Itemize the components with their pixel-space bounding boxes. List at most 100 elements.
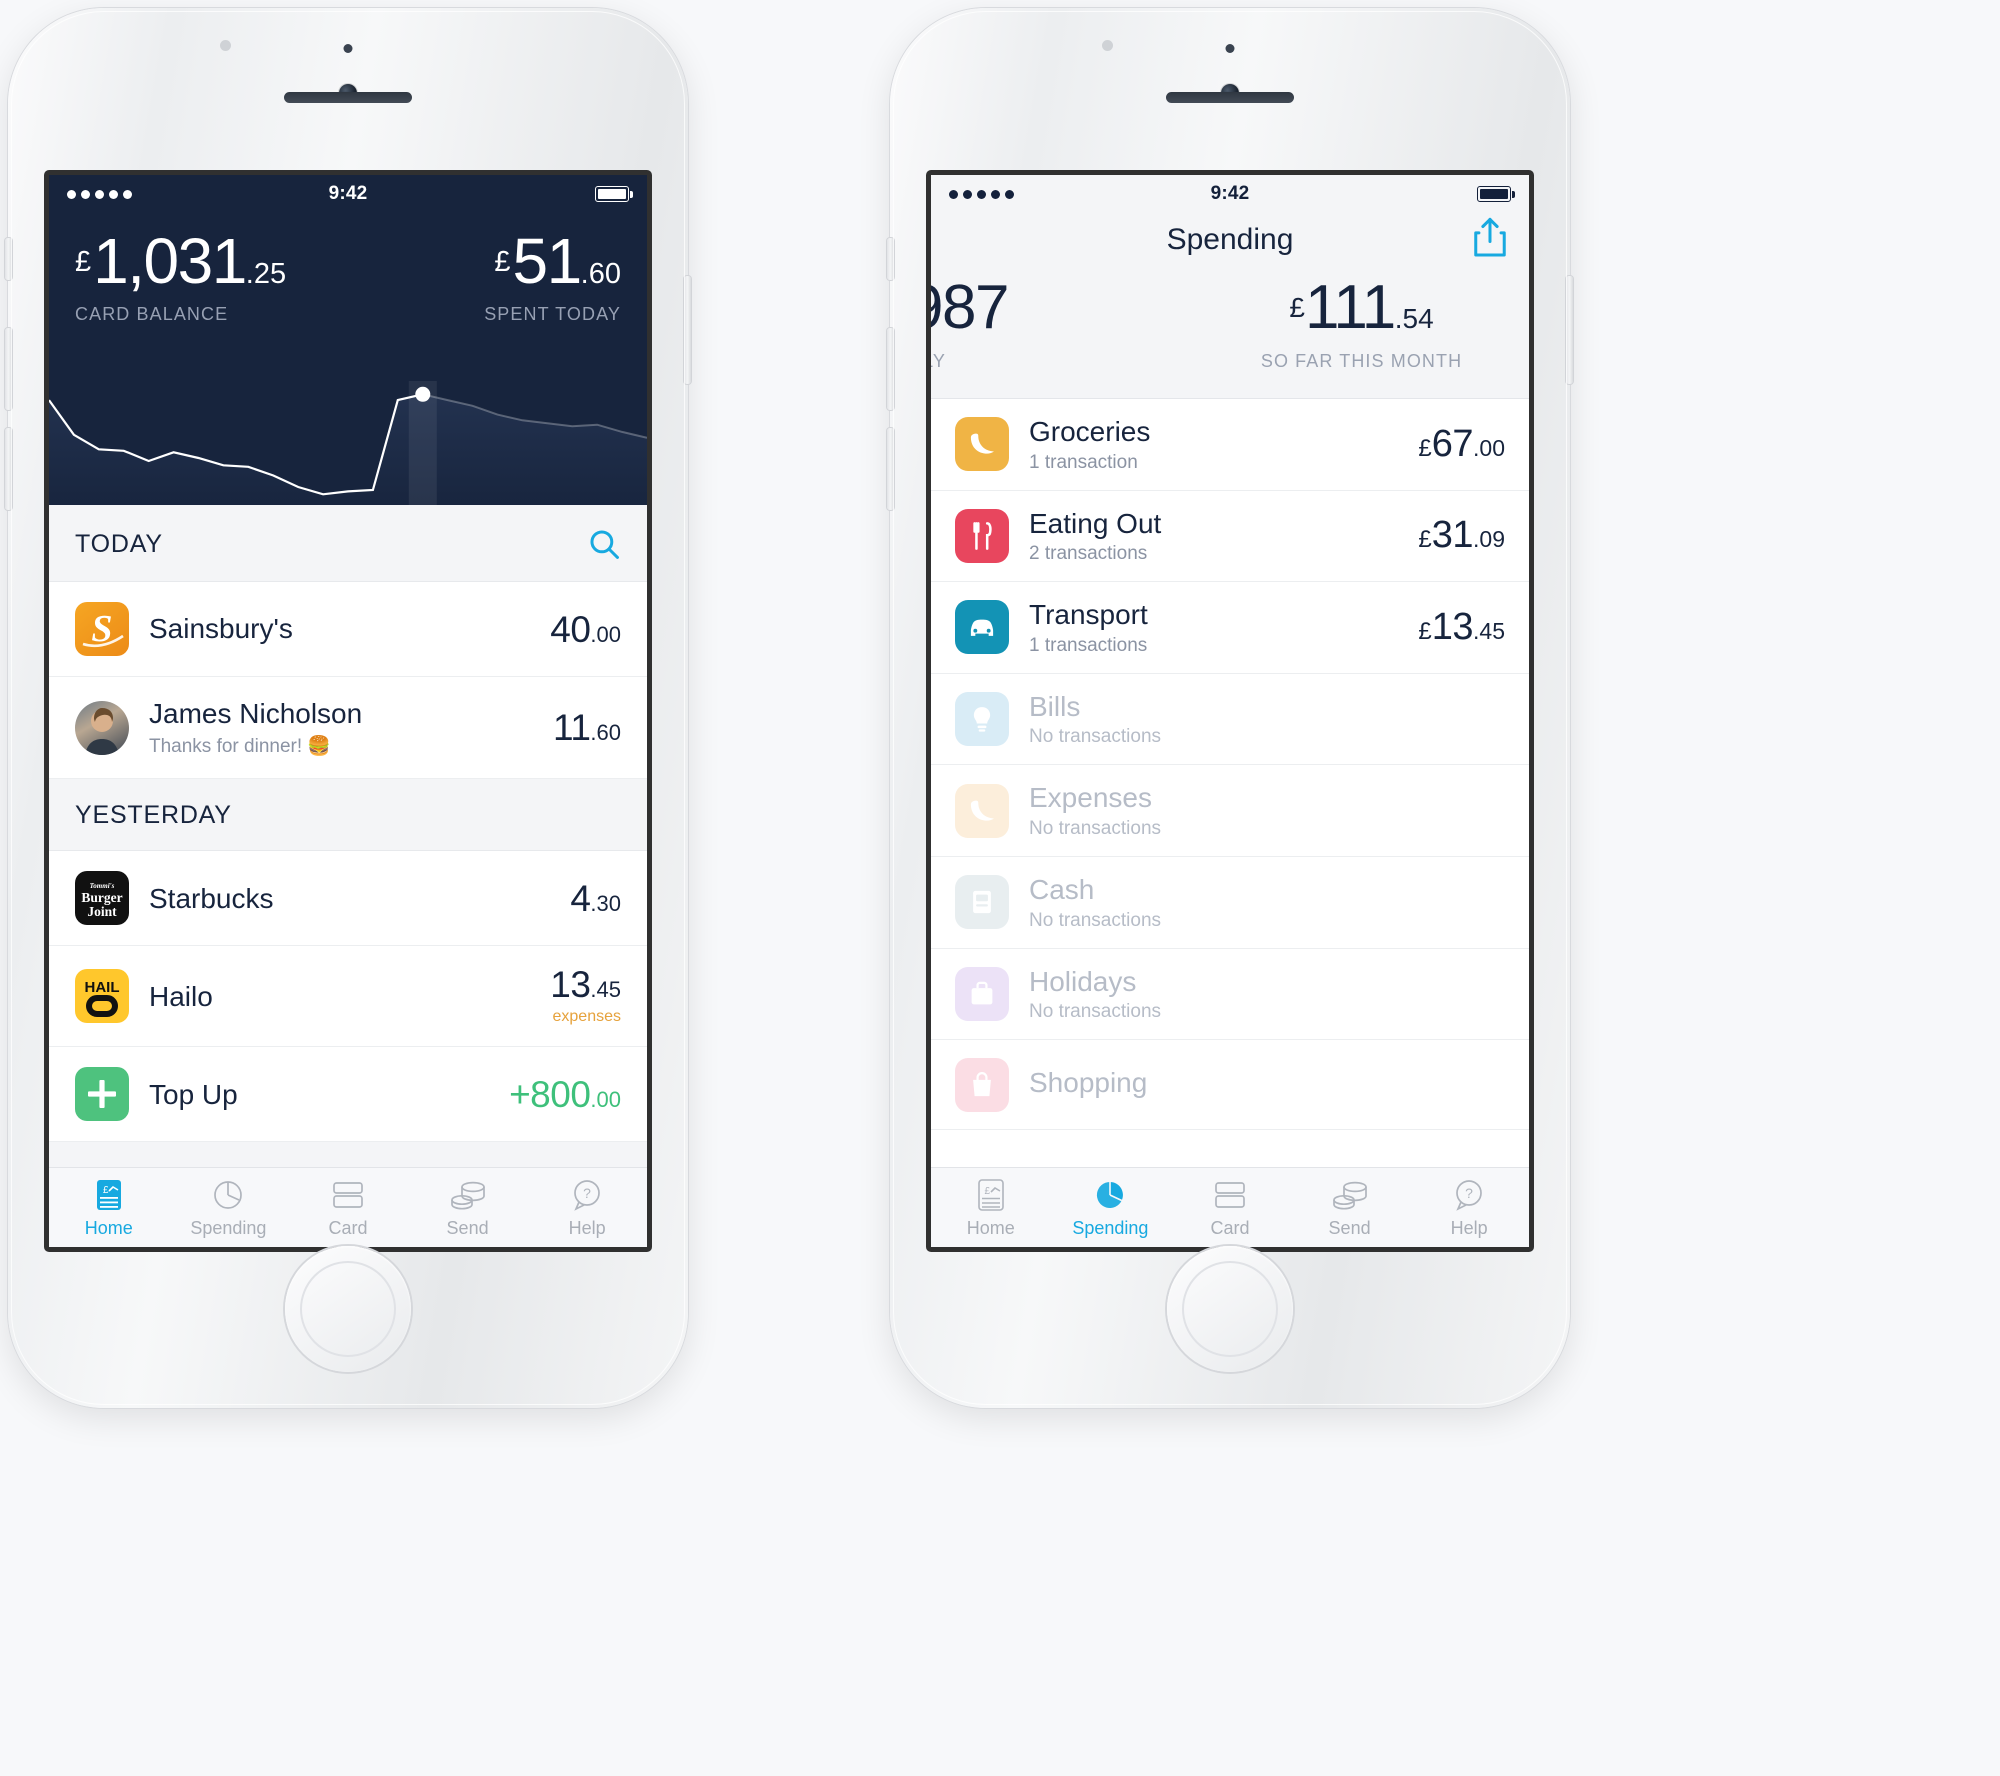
balance-hero: £ 1,031 .25 CARD BALANCE £ 51 .60 SPENT … bbox=[49, 213, 647, 505]
proximity-sensor bbox=[220, 40, 231, 51]
tab-help[interactable]: ? Help bbox=[1409, 1178, 1529, 1239]
power-button[interactable] bbox=[1566, 276, 1573, 384]
volume-down-button[interactable] bbox=[887, 428, 894, 510]
tab-help[interactable]: ? Help bbox=[527, 1178, 647, 1239]
this-month-block: £ 111 .54 SO FAR THIS MONTH bbox=[1194, 277, 1529, 372]
tab-bar-right[interactable]: £ Home Spending Card Send ? Help bbox=[931, 1167, 1529, 1247]
category-name: Transport bbox=[1029, 599, 1148, 631]
tab-spending[interactable]: Spending bbox=[1051, 1178, 1171, 1239]
merchant-name: Top Up bbox=[149, 1078, 238, 1110]
amount-integer: 67 bbox=[1431, 422, 1474, 465]
tab-label: Send bbox=[446, 1218, 489, 1238]
volume-up-button[interactable] bbox=[5, 328, 12, 410]
sainsburys-logo-icon: S bbox=[75, 602, 129, 656]
amount-integer: 4 bbox=[570, 877, 591, 919]
search-icon[interactable] bbox=[587, 527, 621, 561]
transaction-list[interactable]: TODAY S Sainsbury's 40 .00 James Nichols… bbox=[49, 505, 647, 1167]
amount-decimal: .00 bbox=[590, 621, 621, 647]
tab-bar-left[interactable]: £ Home Spending Card Send ? Help bbox=[49, 1167, 647, 1247]
battery-icon bbox=[595, 186, 633, 202]
list-item[interactable]: Expenses No transactions bbox=[931, 765, 1529, 857]
silent-switch[interactable] bbox=[5, 238, 12, 280]
share-icon[interactable] bbox=[1471, 217, 1509, 259]
contact-name: James Nicholson bbox=[149, 698, 363, 729]
section-header-friday: FRIDAY, 5 AUG bbox=[49, 1142, 647, 1167]
transaction-amount: 13 .45 expenses bbox=[550, 966, 621, 1026]
section-header-today: TODAY bbox=[49, 505, 647, 582]
amount-decimal: .00 bbox=[590, 1086, 621, 1112]
tab-card[interactable]: Card bbox=[288, 1178, 408, 1239]
list-item[interactable]: Holidays No transactions bbox=[931, 949, 1529, 1041]
transaction-amount: 4 .30 bbox=[570, 880, 621, 917]
expenses-tag: expenses bbox=[552, 1008, 622, 1026]
home-button[interactable] bbox=[285, 1246, 411, 1372]
amount-integer: 13 bbox=[1431, 605, 1474, 648]
tab-card[interactable]: Card bbox=[1170, 1178, 1290, 1239]
category-amount: £ 67 .00 bbox=[1418, 423, 1505, 466]
list-item[interactable]: Transport 1 transactions £ 13 .45 bbox=[931, 582, 1529, 674]
power-button[interactable] bbox=[684, 276, 691, 384]
list-item[interactable]: Eating Out 2 transactions £ 31 .09 bbox=[931, 491, 1529, 583]
tab-send[interactable]: Send bbox=[1290, 1178, 1410, 1239]
balance-decimal: .25 bbox=[245, 258, 287, 290]
amount-currency: £ bbox=[1418, 434, 1432, 462]
tab-send[interactable]: Send bbox=[408, 1178, 528, 1239]
previous-month-amount: 987 bbox=[931, 273, 1009, 342]
tab-spending[interactable]: Spending bbox=[169, 1178, 289, 1239]
ambient-light-sensor bbox=[1225, 44, 1235, 53]
screen-bezel-left: 9:42 £ 1,031 .25 CARD BALANCE £ 51 .60 S… bbox=[44, 170, 652, 1252]
hailo-logo-icon: HAIL bbox=[75, 969, 129, 1024]
category-amount: £ 31 .09 bbox=[1418, 514, 1505, 557]
table-row[interactable]: S Sainsbury's 40 .00 bbox=[49, 582, 647, 677]
category-name: Cash bbox=[1029, 873, 1095, 905]
category-name: Expenses bbox=[1029, 782, 1152, 814]
section-title: TODAY bbox=[75, 529, 163, 558]
volume-up-button[interactable] bbox=[887, 328, 894, 410]
transaction-amount: +800 .00 bbox=[509, 1076, 621, 1113]
status-bar-right: 9:42 bbox=[931, 175, 1529, 213]
volume-down-button[interactable] bbox=[5, 428, 12, 510]
screen-right: 9:42 Spending 87 Y £ 111 .54 SO FAR THIS… bbox=[931, 175, 1529, 1247]
tab-home[interactable]: £ Home bbox=[49, 1178, 169, 1239]
bag-icon bbox=[955, 1057, 1009, 1112]
question-bubble-icon: ? bbox=[1449, 1178, 1489, 1212]
balance-integer: 1,031 bbox=[93, 225, 247, 297]
silent-switch[interactable] bbox=[887, 238, 894, 280]
table-row[interactable]: HAIL Hailo 13 .45 expenses bbox=[49, 946, 647, 1048]
category-list[interactable]: Groceries 1 transaction £ 67 .00 Eating … bbox=[931, 399, 1529, 1131]
list-item[interactable]: Shopping bbox=[931, 1040, 1529, 1131]
nav-bar: Spending bbox=[931, 213, 1529, 271]
previous-month-caption: ULY bbox=[931, 351, 946, 371]
this-month-decimal: .54 bbox=[1394, 303, 1434, 334]
merchant-name: Hailo bbox=[149, 980, 213, 1012]
list-item[interactable]: Bills No transactions bbox=[931, 674, 1529, 766]
table-row[interactable]: Top Up +800 .00 bbox=[49, 1047, 647, 1143]
table-row[interactable]: Tommi's Burger Joint Starbucks 4 .30 bbox=[49, 851, 647, 947]
tab-label: Spending bbox=[1072, 1218, 1149, 1238]
tab-label: Help bbox=[568, 1218, 606, 1238]
amount-integer: 40 bbox=[550, 608, 591, 650]
page-title: Spending bbox=[1166, 223, 1294, 256]
list-item[interactable]: Cash No transactions bbox=[931, 857, 1529, 949]
coins-icon bbox=[448, 1178, 488, 1212]
spent-caption: SPENT TODAY bbox=[484, 304, 621, 324]
table-row[interactable]: James Nicholson Thanks for dinner! 🍔 11 … bbox=[49, 677, 647, 780]
status-time: 9:42 bbox=[328, 183, 368, 204]
spent-decimal: .60 bbox=[580, 258, 621, 290]
spending-screen: 9:42 Spending 87 Y £ 111 .54 SO FAR THIS… bbox=[931, 175, 1529, 1247]
tab-label: Spending bbox=[190, 1218, 267, 1238]
status-bar-left: 9:42 bbox=[49, 175, 647, 213]
list-item[interactable]: Groceries 1 transaction £ 67 .00 bbox=[931, 399, 1529, 491]
spent-integer: 51 bbox=[512, 225, 582, 297]
balance-chart[interactable] bbox=[49, 381, 647, 505]
category-name: Holidays bbox=[1029, 965, 1137, 997]
svg-text:Burger: Burger bbox=[81, 890, 122, 905]
category-count: No transactions bbox=[1029, 1001, 1162, 1023]
tab-home[interactable]: £ Home bbox=[931, 1178, 1051, 1239]
home-button[interactable] bbox=[1167, 1246, 1293, 1372]
bulb-icon bbox=[955, 692, 1009, 747]
spending-hero: 987 ULY £ 111 .54 SO FAR THIS MONTH bbox=[931, 271, 1529, 399]
signal-dots-icon bbox=[949, 189, 1014, 199]
amount-integer: 13 bbox=[550, 964, 591, 1006]
balance-caption: CARD BALANCE bbox=[75, 304, 229, 324]
